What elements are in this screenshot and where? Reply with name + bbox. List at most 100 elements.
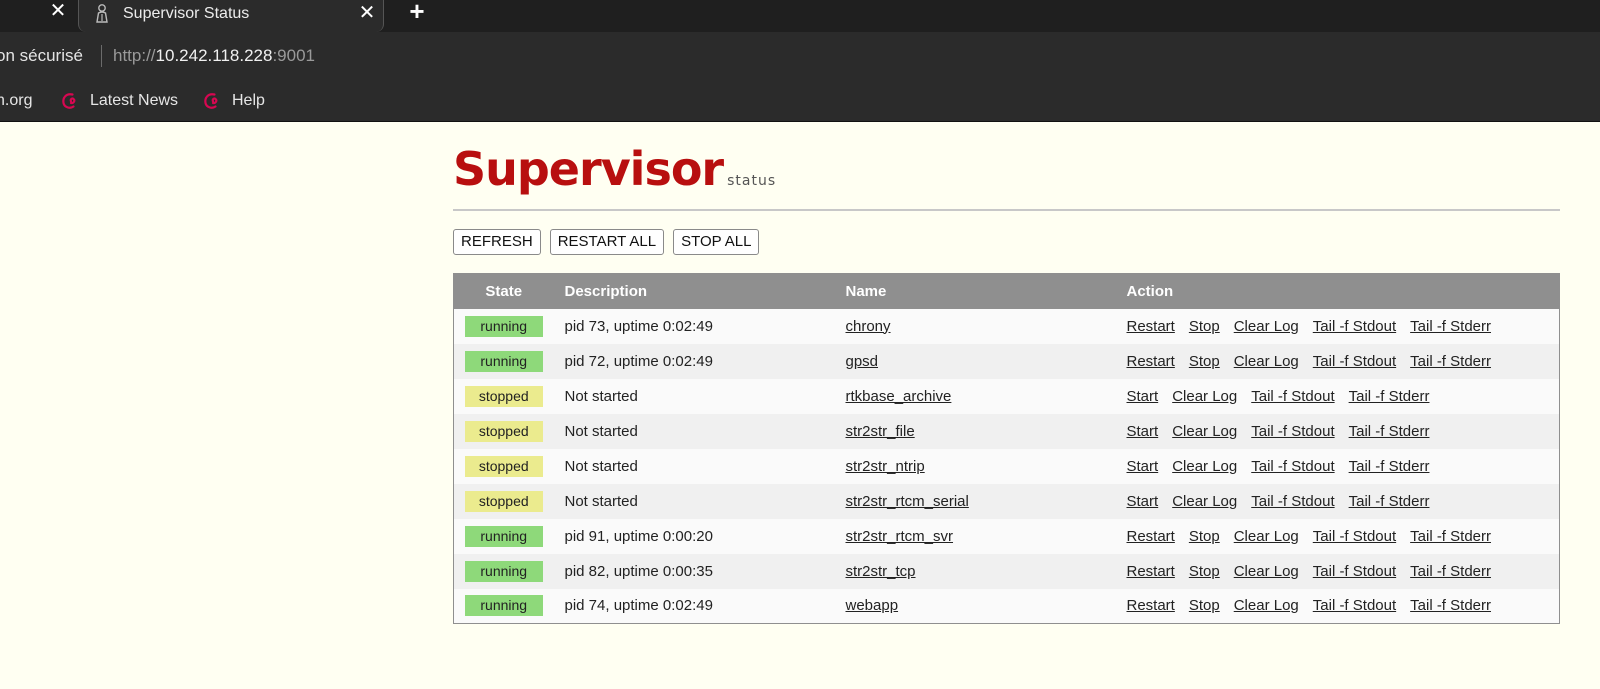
process-status-table: State Description Name Action running pid… <box>453 273 1560 624</box>
clear-log-link[interactable]: Clear Log <box>1172 458 1237 475</box>
tail-f-stdout-link[interactable]: Tail -f Stdout <box>1313 353 1396 370</box>
process-name-link[interactable]: chrony <box>846 318 891 335</box>
actions-cell: Restart Stop Clear Log Tail -f Stdout Tail -… <box>1115 553 1560 589</box>
table-row: running pid 91, uptime 0:00:20 str2str_rtc… <box>453 518 1560 554</box>
debian-swirl-icon <box>62 93 76 109</box>
actions-cell: Restart Stop Clear Log Tail -f Stdout Tail -… <box>1115 343 1560 379</box>
restart-link[interactable]: Restart <box>1127 353 1175 370</box>
tail-f-stderr-link[interactable]: Tail -f Stderr <box>1349 423 1430 440</box>
clear-log-link[interactable]: Clear Log <box>1172 423 1237 440</box>
description-cell: pid 72, uptime 0:02:49 <box>553 343 835 379</box>
state-cell: running <box>453 588 554 624</box>
tail-f-stderr-link[interactable]: Tail -f Stderr <box>1410 528 1491 545</box>
state-cell: stopped <box>453 448 554 484</box>
header-name: Name <box>834 273 1116 309</box>
clear-log-link[interactable]: Clear Log <box>1234 597 1299 614</box>
tail-f-stdout-link[interactable]: Tail -f Stdout <box>1313 563 1396 580</box>
global-actions: REFRESH RESTART ALL STOP ALL <box>453 229 760 255</box>
tail-f-stdout-link[interactable]: Tail -f Stdout <box>1251 493 1334 510</box>
name-cell: str2str_file <box>834 413 1116 449</box>
clear-log-link[interactable]: Clear Log <box>1234 353 1299 370</box>
restart-link[interactable]: Restart <box>1127 318 1175 335</box>
start-link[interactable]: Start <box>1127 458 1159 475</box>
table-row: running pid 82, uptime 0:00:35 str2str_tcp… <box>453 553 1560 589</box>
process-name-link[interactable]: str2str_file <box>846 423 915 440</box>
tab-supervisor-status[interactable]: Supervisor Status ✕ <box>78 0 384 32</box>
restart-link[interactable]: Restart <box>1127 528 1175 545</box>
stop-all-button[interactable]: STOP ALL <box>673 229 760 255</box>
tail-f-stderr-link[interactable]: Tail -f Stderr <box>1410 563 1491 580</box>
tail-f-stderr-link[interactable]: Tail -f Stderr <box>1410 353 1491 370</box>
tab-close-button[interactable]: ✕ <box>355 1 379 25</box>
stop-link[interactable]: Stop <box>1189 353 1220 370</box>
restart-link[interactable]: Restart <box>1127 563 1175 580</box>
header-action: Action <box>1115 273 1560 309</box>
state-cell: stopped <box>453 378 554 414</box>
status-badge: running <box>464 315 543 337</box>
stop-link[interactable]: Stop <box>1189 528 1220 545</box>
process-name-link[interactable]: str2str_ntrip <box>846 458 925 475</box>
tail-f-stdout-link[interactable]: Tail -f Stdout <box>1251 388 1334 405</box>
address-field[interactable]: http://10.242.118.228:9001 <box>113 45 315 67</box>
process-name-link[interactable]: str2str_tcp <box>846 563 916 580</box>
actions-cell: Restart Stop Clear Log Tail -f Stdout Tail -… <box>1115 588 1560 624</box>
state-cell: running <box>453 308 554 344</box>
clear-log-link[interactable]: Clear Log <box>1172 388 1237 405</box>
name-cell: str2str_ntrip <box>834 448 1116 484</box>
bookmark-debian-org[interactable]: n.org <box>0 89 32 113</box>
status-badge: stopped <box>464 420 543 442</box>
tail-f-stdout-link[interactable]: Tail -f Stdout <box>1313 318 1396 335</box>
state-cell: stopped <box>453 413 554 449</box>
stop-link[interactable]: Stop <box>1189 597 1220 614</box>
status-badge: running <box>464 595 543 617</box>
description-cell: pid 73, uptime 0:02:49 <box>553 308 835 344</box>
clear-log-link[interactable]: Clear Log <box>1234 318 1299 335</box>
tail-f-stderr-link[interactable]: Tail -f Stderr <box>1349 493 1430 510</box>
new-tab-button[interactable]: + <box>404 0 430 24</box>
process-name-link[interactable]: str2str_rtcm_svr <box>846 528 954 545</box>
browser-tab-bar: ✕ Supervisor Status ✕ + <box>0 0 1600 32</box>
clear-log-link[interactable]: Clear Log <box>1172 493 1237 510</box>
restart-link[interactable]: Restart <box>1127 597 1175 614</box>
name-cell: str2str_tcp <box>834 553 1116 589</box>
name-cell: str2str_rtcm_serial <box>834 483 1116 519</box>
tail-f-stderr-link[interactable]: Tail -f Stderr <box>1410 318 1491 335</box>
start-link[interactable]: Start <box>1127 493 1159 510</box>
state-cell: running <box>453 553 554 589</box>
actions-cell: Start Clear Log Tail -f Stdout Tail -f Stde… <box>1115 413 1560 449</box>
connection-security-label[interactable]: on sécurisé <box>0 45 83 67</box>
stop-link[interactable]: Stop <box>1189 563 1220 580</box>
process-name-link[interactable]: rtkbase_archive <box>846 388 952 405</box>
tail-f-stdout-link[interactable]: Tail -f Stdout <box>1251 423 1334 440</box>
previous-tab-close-button[interactable]: ✕ <box>46 0 70 22</box>
tail-f-stderr-link[interactable]: Tail -f Stderr <box>1349 388 1430 405</box>
status-badge: running <box>464 560 543 582</box>
clear-log-link[interactable]: Clear Log <box>1234 563 1299 580</box>
table-row: running pid 74, uptime 0:02:49 webapp Resta… <box>453 588 1560 624</box>
tail-f-stdout-link[interactable]: Tail -f Stdout <box>1251 458 1334 475</box>
actions-cell: Restart Stop Clear Log Tail -f Stdout Tail -… <box>1115 308 1560 344</box>
tail-f-stderr-link[interactable]: Tail -f Stderr <box>1349 458 1430 475</box>
start-link[interactable]: Start <box>1127 423 1159 440</box>
refresh-button[interactable]: REFRESH <box>453 229 541 255</box>
status-badge: running <box>464 350 543 372</box>
status-badge: stopped <box>464 490 543 512</box>
clear-log-link[interactable]: Clear Log <box>1234 528 1299 545</box>
process-name-link[interactable]: webapp <box>846 597 899 614</box>
table-row: running pid 73, uptime 0:02:49 chrony Resta… <box>453 308 1560 344</box>
table-row: stopped Not started str2str_rtcm_serial Sta… <box>453 483 1560 519</box>
actions-cell: Start Clear Log Tail -f Stdout Tail -f Stde… <box>1115 378 1560 414</box>
bookmark-help[interactable]: Help <box>202 89 265 113</box>
supervisor-logo: Supervisor status <box>453 139 776 199</box>
bookmark-latest-news[interactable]: Latest News <box>60 89 178 113</box>
process-name-link[interactable]: gpsd <box>846 353 879 370</box>
restart-all-button[interactable]: RESTART ALL <box>549 229 665 255</box>
stop-link[interactable]: Stop <box>1189 318 1220 335</box>
tail-f-stdout-link[interactable]: Tail -f Stdout <box>1313 597 1396 614</box>
process-name-link[interactable]: str2str_rtcm_serial <box>846 493 969 510</box>
tail-f-stderr-link[interactable]: Tail -f Stderr <box>1410 597 1491 614</box>
table-row: stopped Not started rtkbase_archive Start Cl… <box>453 378 1560 414</box>
tail-f-stdout-link[interactable]: Tail -f Stdout <box>1313 528 1396 545</box>
start-link[interactable]: Start <box>1127 388 1159 405</box>
logo-main-text: Supervisor <box>453 142 724 196</box>
